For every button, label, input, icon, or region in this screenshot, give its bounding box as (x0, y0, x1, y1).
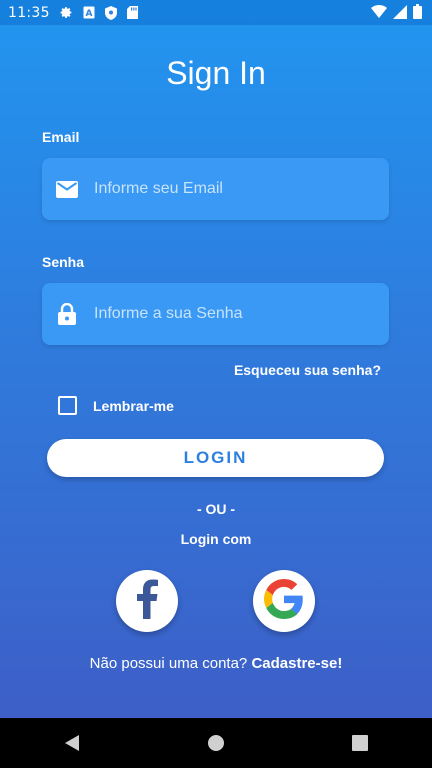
password-input[interactable] (92, 304, 356, 324)
remember-me[interactable]: Lembrar-me (58, 396, 174, 415)
email-label: Email (42, 129, 80, 145)
or-divider: - OU - (196, 501, 236, 517)
shield-icon (104, 5, 118, 20)
forgot-password-link[interactable]: Esqueceu sua senha? (234, 362, 381, 378)
google-icon (264, 579, 304, 623)
signup-prompt-text: Não possui uma conta? (89, 655, 252, 672)
sd-card-icon (126, 6, 140, 20)
system-nav-bar (0, 718, 432, 768)
facebook-login-button[interactable] (116, 570, 178, 632)
lock-icon (56, 303, 78, 325)
mail-icon (56, 178, 78, 200)
password-field-container[interactable] (42, 283, 389, 345)
email-input[interactable] (92, 179, 356, 199)
back-icon[interactable] (52, 723, 92, 763)
login-screen: 11:35 A Sign In Email Informe seu Email … (0, 0, 432, 718)
page-title: Sign In (166, 55, 266, 91)
battery-icon (413, 4, 422, 23)
svg-text:A: A (85, 9, 92, 19)
login-button[interactable]: LOGIN (47, 439, 384, 477)
email-field-container[interactable] (42, 158, 389, 220)
facebook-icon (135, 579, 159, 623)
remember-me-checkbox[interactable] (58, 396, 77, 415)
status-time: 11:35 (8, 4, 50, 21)
status-bar: 11:35 A (0, 0, 432, 25)
remember-me-label: Lembrar-me (93, 397, 174, 414)
a-icon: A (82, 6, 96, 20)
home-icon[interactable] (196, 723, 236, 763)
google-login-button[interactable] (253, 570, 315, 632)
signup-link[interactable]: Cadastre-se! (251, 655, 342, 672)
signal-icon (393, 4, 407, 23)
signup-prompt: Não possui uma conta? Cadastre-se! (0, 655, 432, 672)
password-label: Senha (42, 254, 85, 270)
gear-icon (60, 6, 74, 20)
wifi-icon (371, 5, 387, 22)
recents-icon[interactable] (340, 723, 380, 763)
login-with-label: Login com (180, 531, 252, 547)
